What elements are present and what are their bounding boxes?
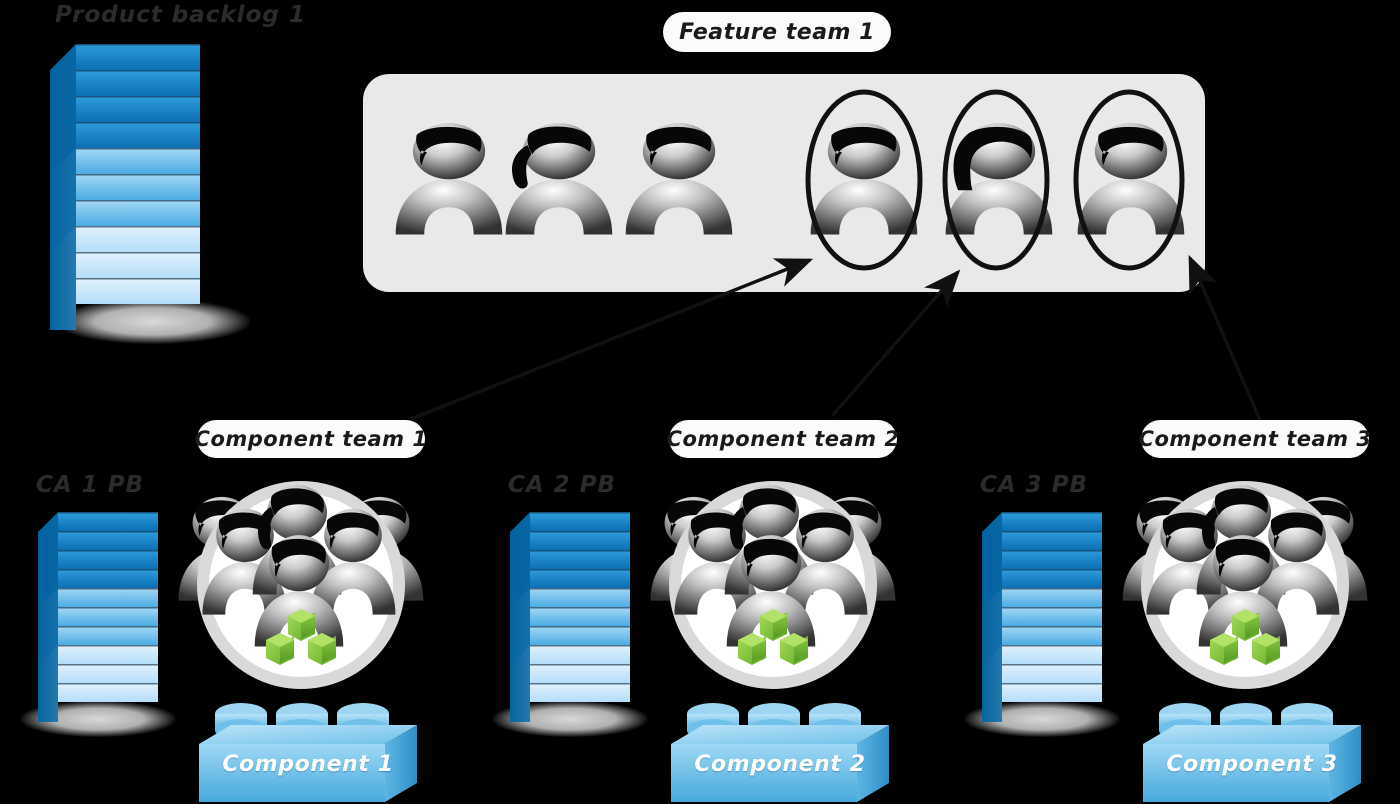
feature-team-member-2 xyxy=(500,118,618,236)
cb0-slab xyxy=(38,683,158,722)
component-brick-3: Component 3 xyxy=(1141,692,1363,804)
component-backlog-label-1: CA 1 PB xyxy=(36,472,145,498)
component-backlog-label-2: CA 2 PB xyxy=(508,472,617,498)
component-team-3-cubes xyxy=(1210,609,1280,665)
component-team-2-cubes xyxy=(738,609,808,665)
component-team-label-3: Component team 3 xyxy=(1139,420,1371,458)
product-backlog-stack xyxy=(50,44,255,344)
component-backlog-stack-2 xyxy=(492,512,648,737)
component-brick-label-2: Component 2 xyxy=(694,752,866,777)
feature-team-member-5 xyxy=(940,118,1058,236)
component-team-circle-3 xyxy=(1116,478,1374,692)
feature-team-label: Feature team 1 xyxy=(663,12,891,52)
component-brick-1: Component 1 xyxy=(197,692,419,804)
component-brick-label-1: Component 1 xyxy=(222,752,394,777)
component-team-circle-1 xyxy=(172,478,430,692)
feature-team-member-1 xyxy=(390,118,508,236)
feature-team-member-6 xyxy=(1072,118,1190,236)
product-backlog-label: Product backlog 1 xyxy=(55,2,306,28)
diagram-canvas: Product backlog 1 Feature team 1 CA 1 PB… xyxy=(0,0,1400,802)
component-brick-label-3: Component 3 xyxy=(1166,752,1338,777)
pb-slab xyxy=(50,278,200,330)
component-backlog-label-3: CA 3 PB xyxy=(980,472,1089,498)
component-team-label-2: Component team 2 xyxy=(667,420,899,458)
cb2-slab xyxy=(982,683,1102,722)
component-team-label-1: Component team 1 xyxy=(195,420,427,458)
component-backlog-stack-1 xyxy=(20,512,176,737)
component-team-1-cubes xyxy=(266,609,336,665)
component-backlog-stack-3 xyxy=(964,512,1120,737)
feature-team-member-3 xyxy=(620,118,738,236)
component-team-circle-2 xyxy=(644,478,902,692)
component-brick-2: Component 2 xyxy=(669,692,891,804)
feature-team-member-4 xyxy=(805,118,923,236)
cb1-slab xyxy=(510,683,630,722)
